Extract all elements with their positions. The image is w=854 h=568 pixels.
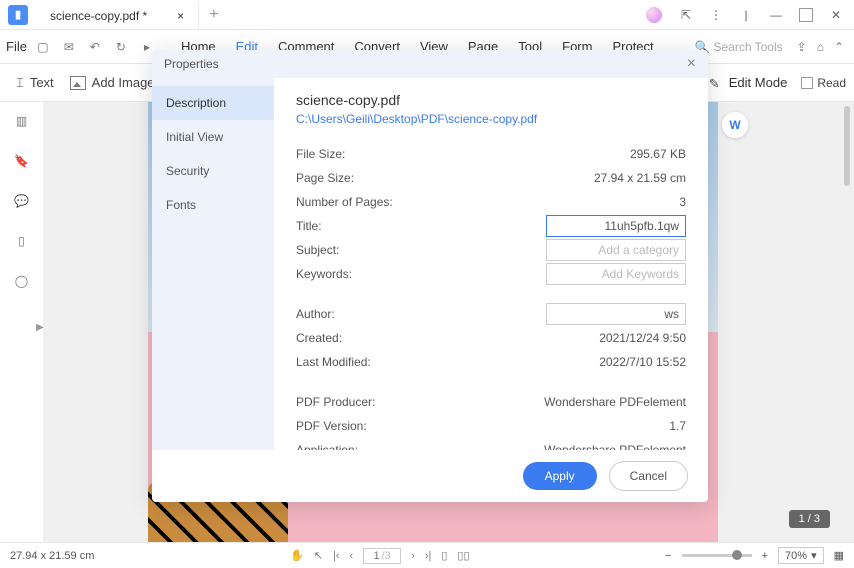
comments-icon[interactable]: 💬 — [13, 192, 31, 210]
pencil-icon: ✎ — [709, 76, 723, 90]
add-image-tool[interactable]: Add Image — [62, 75, 163, 90]
value-application: Wondershare PDFelement — [544, 443, 686, 450]
tab-fonts[interactable]: Fonts — [152, 188, 274, 222]
document-tab[interactable]: science-copy.pdf * × — [36, 1, 199, 29]
value-modified: 2022/7/10 15:52 — [599, 355, 686, 369]
value-producer: Wondershare PDFelement — [544, 395, 686, 409]
tab-initial-view[interactable]: Initial View — [152, 120, 274, 154]
titlebar: ▮ science-copy.pdf * × + ⇱ ⋮ | — ✕ — [0, 0, 854, 30]
tab-title: science-copy.pdf * — [50, 9, 147, 23]
word-badge-icon[interactable]: W — [722, 112, 748, 138]
text-tool[interactable]: ⌶ Text — [8, 75, 62, 91]
doc-filepath[interactable]: C:\Users\Geili\Desktop\PDF\science-copy.… — [296, 112, 686, 126]
label-keywords: Keywords: — [296, 267, 546, 281]
label-subject: Subject: — [296, 243, 546, 257]
dialog-header: Properties × — [152, 50, 708, 78]
upload-icon[interactable]: ⇪ — [797, 40, 807, 54]
minimize-icon[interactable]: — — [764, 3, 788, 27]
file-menu[interactable]: File — [6, 39, 27, 54]
search-placeholder: Search Tools — [713, 40, 782, 54]
prev-page-icon[interactable]: ‹ — [349, 550, 353, 562]
close-icon[interactable]: ✕ — [824, 3, 848, 27]
image-icon — [70, 76, 86, 90]
value-file-size: 295.67 KB — [630, 147, 686, 161]
read-mode-toggle[interactable]: Read — [801, 76, 846, 90]
save-icon[interactable]: ✉ — [59, 37, 79, 57]
label-num-pages: Number of Pages: — [296, 195, 679, 209]
chevron-down-icon: ▾ — [811, 549, 817, 562]
dialog-title: Properties — [164, 57, 219, 71]
label-created: Created: — [296, 331, 599, 345]
doc-filename: science-copy.pdf — [296, 92, 686, 108]
label-modified: Last Modified: — [296, 355, 599, 369]
fit-page-icon[interactable]: ▦ — [834, 549, 844, 562]
keywords-input[interactable] — [546, 263, 686, 285]
label-producer: PDF Producer: — [296, 395, 544, 409]
single-page-icon[interactable]: ▯ — [441, 549, 447, 562]
value-page-size: 27.94 x 21.59 cm — [594, 171, 686, 185]
title-input[interactable] — [546, 215, 686, 237]
subject-input[interactable] — [546, 239, 686, 261]
open-icon[interactable]: ▢ — [33, 37, 53, 57]
two-page-icon[interactable]: ▯▯ — [457, 549, 469, 562]
vertical-scrollbar[interactable] — [844, 102, 852, 542]
label-application: Application: — [296, 443, 544, 450]
label-title: Title: — [296, 219, 546, 233]
thumbnails-icon[interactable]: ▥ — [13, 112, 31, 130]
zoom-select[interactable]: 70%▾ — [778, 547, 824, 564]
value-version: 1.7 — [669, 419, 686, 433]
undo-icon[interactable]: ↶ — [85, 37, 105, 57]
expand-icon[interactable]: ⌃ — [834, 40, 844, 54]
share-icon[interactable]: ⇱ — [674, 3, 698, 27]
label-page-size: Page Size: — [296, 171, 594, 185]
first-page-icon[interactable]: |‹ — [333, 550, 340, 562]
page-input[interactable]: 1 /3 — [363, 548, 401, 564]
hand-tool-icon[interactable]: ✋ — [290, 549, 304, 562]
page-indicator: 1 / 3 — [789, 510, 830, 528]
edit-mode-toggle[interactable]: ✎ Edit Mode — [709, 75, 788, 90]
tab-description[interactable]: Description — [152, 86, 274, 120]
last-page-icon[interactable]: ›| — [425, 550, 432, 562]
cancel-button[interactable]: Cancel — [609, 461, 688, 491]
zoom-in-icon[interactable]: + — [762, 550, 768, 562]
text-icon: ⌶ — [16, 75, 24, 91]
checkbox-icon — [801, 77, 813, 89]
collapse-arrow-icon[interactable]: ▶ — [36, 322, 44, 333]
account-avatar-icon[interactable] — [646, 7, 662, 23]
new-tab-icon[interactable]: + — [209, 6, 218, 24]
value-num-pages: 3 — [679, 195, 686, 209]
search-panel-icon[interactable]: ◯ — [13, 272, 31, 290]
status-page-size: 27.94 x 21.59 cm — [10, 550, 94, 562]
tab-close-icon[interactable]: × — [177, 9, 184, 23]
author-input[interactable] — [546, 303, 686, 325]
tab-security[interactable]: Security — [152, 154, 274, 188]
dialog-main: science-copy.pdf C:\Users\Geili\Desktop\… — [274, 78, 708, 450]
label-version: PDF Version: — [296, 419, 669, 433]
label-author: Author: — [296, 307, 546, 321]
dialog-sidebar: Description Initial View Security Fonts — [152, 78, 274, 450]
dialog-footer: Apply Cancel — [152, 450, 708, 502]
zoom-out-icon[interactable]: − — [665, 550, 671, 562]
dialog-close-icon[interactable]: × — [687, 55, 696, 73]
search-tools[interactable]: 🔍 Search Tools — [695, 40, 783, 54]
kebab-menu-icon[interactable]: ⋮ — [704, 3, 728, 27]
attachments-icon[interactable]: ▯ — [13, 232, 31, 250]
app-icon: ▮ — [8, 5, 28, 25]
bookmarks-icon[interactable]: 🔖 — [13, 152, 31, 170]
maximize-icon[interactable] — [794, 3, 818, 27]
zoom-slider[interactable] — [682, 554, 752, 557]
cloud-icon[interactable]: ⌂ — [817, 40, 824, 54]
next-page-icon[interactable]: › — [411, 550, 415, 562]
divider: | — [734, 3, 758, 27]
apply-button[interactable]: Apply — [523, 462, 597, 490]
select-tool-icon[interactable]: ↖ — [314, 549, 323, 562]
label-file-size: File Size: — [296, 147, 630, 161]
value-created: 2021/12/24 9:50 — [599, 331, 686, 345]
properties-dialog: Properties × Description Initial View Se… — [152, 50, 708, 502]
redo-icon[interactable]: ↻ — [111, 37, 131, 57]
statusbar: 27.94 x 21.59 cm ✋ ↖ |‹ ‹ 1 /3 › ›| ▯ ▯▯… — [0, 542, 854, 568]
